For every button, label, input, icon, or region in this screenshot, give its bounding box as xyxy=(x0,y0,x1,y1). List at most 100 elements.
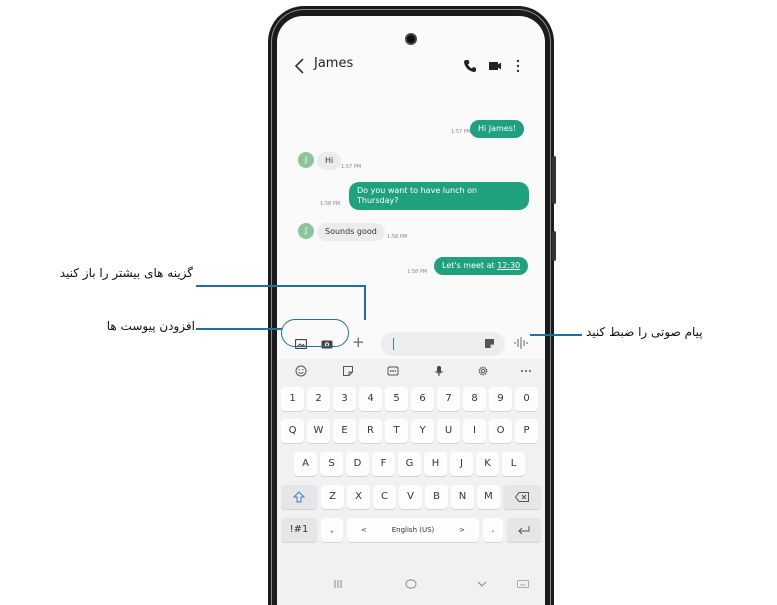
key-n[interactable]: N xyxy=(451,485,474,509)
key-c[interactable]: C xyxy=(373,485,396,509)
bottom-row: !#1 , < English (US) > . xyxy=(277,518,545,545)
key-9[interactable]: 9 xyxy=(489,387,512,411)
message-bubble-sent[interactable]: Let's meet at 12:30 xyxy=(434,257,529,275)
key-0[interactable]: 0 xyxy=(515,387,538,411)
key-r[interactable]: R xyxy=(359,419,382,443)
key-j[interactable]: J xyxy=(450,452,473,476)
hide-keyboard-icon[interactable] xyxy=(477,579,487,589)
sticker-icon[interactable] xyxy=(484,338,495,349)
video-call-icon[interactable] xyxy=(487,58,503,74)
message-text-line: Thursday? xyxy=(357,196,399,205)
microphone-icon[interactable] xyxy=(433,365,445,377)
language-next-arrow: > xyxy=(459,526,465,534)
shift-key[interactable] xyxy=(281,485,317,509)
symbols-key[interactable]: !#1 xyxy=(281,518,317,542)
message-time: 1:58 PM xyxy=(387,234,408,240)
voice-record-icon[interactable] xyxy=(513,336,529,350)
keyboard-sticker-icon[interactable] xyxy=(342,365,354,377)
contact-avatar[interactable]: J xyxy=(298,223,314,239)
callout-record-voice: پیام صوتی را ضبط کنید xyxy=(586,325,703,339)
key-l[interactable]: L xyxy=(502,452,525,476)
key-z[interactable]: Z xyxy=(321,485,344,509)
key-e[interactable]: E xyxy=(333,419,356,443)
backspace-key[interactable] xyxy=(503,485,541,509)
key-h[interactable]: H xyxy=(424,452,447,476)
more-options-plus-button[interactable]: + xyxy=(352,334,365,350)
backspace-icon xyxy=(514,492,529,502)
key-i[interactable]: I xyxy=(463,419,486,443)
back-arrow-icon[interactable] xyxy=(293,56,307,76)
key-1[interactable]: 1 xyxy=(281,387,304,411)
callout-line-more-options xyxy=(196,285,364,287)
key-t[interactable]: T xyxy=(385,419,408,443)
message-bubble-sent[interactable]: Hi James! xyxy=(470,120,525,138)
key-s[interactable]: S xyxy=(320,452,343,476)
message-time: 1:58 PM xyxy=(407,269,428,275)
key-q[interactable]: Q xyxy=(281,419,304,443)
language-label: English (US) xyxy=(391,526,435,534)
key-u[interactable]: U xyxy=(437,419,460,443)
message-bubble-sent[interactable]: Do you want to have lunch on Thursday? xyxy=(349,182,529,210)
more-toolbar-icon[interactable] xyxy=(520,365,532,377)
phone-frame: James 1:57 PM Hi James! J Hi 1:57 PM 1:5… xyxy=(268,6,556,605)
key-g[interactable]: G xyxy=(398,452,421,476)
key-p[interactable]: P xyxy=(515,419,538,443)
key-2[interactable]: 2 xyxy=(307,387,330,411)
key-x[interactable]: X xyxy=(347,485,370,509)
conversation-header: James xyxy=(277,46,545,86)
callout-add-attachments: افزودن پیوست ها xyxy=(106,319,195,333)
message-text: Let's meet at xyxy=(442,261,495,270)
contact-avatar[interactable]: J xyxy=(298,152,314,168)
key-8[interactable]: 8 xyxy=(463,387,486,411)
key-d[interactable]: D xyxy=(346,452,369,476)
key-y[interactable]: Y xyxy=(411,419,434,443)
period-key[interactable]: . xyxy=(483,518,503,542)
phone-call-icon[interactable] xyxy=(463,59,477,73)
key-v[interactable]: V xyxy=(399,485,422,509)
emoji-icon[interactable] xyxy=(295,365,307,377)
keyboard-toolbar xyxy=(277,359,545,383)
language-prev-arrow: < xyxy=(361,526,367,534)
key-k[interactable]: K xyxy=(476,452,499,476)
contact-name[interactable]: James xyxy=(314,56,353,71)
key-a[interactable]: A xyxy=(294,452,317,476)
message-time: 1:57 PM xyxy=(451,129,472,135)
enter-key[interactable] xyxy=(507,518,541,542)
recent-apps-icon[interactable] xyxy=(333,579,343,589)
key-6[interactable]: 6 xyxy=(411,387,434,411)
power-button xyxy=(552,231,556,261)
keyboard-switch-icon[interactable] xyxy=(517,579,529,589)
home-icon[interactable] xyxy=(405,579,417,589)
key-m[interactable]: M xyxy=(477,485,500,509)
number-row: 1234567890 xyxy=(277,387,545,414)
zxcv-row: ZXCVBNM xyxy=(277,485,545,512)
key-7[interactable]: 7 xyxy=(437,387,460,411)
time-link[interactable]: 12:30 xyxy=(497,261,520,270)
message-bubble-received[interactable]: Hi xyxy=(317,152,342,170)
volume-button xyxy=(552,156,556,204)
navigation-bar xyxy=(277,569,545,605)
key-3[interactable]: 3 xyxy=(333,387,356,411)
key-o[interactable]: O xyxy=(489,419,512,443)
key-w[interactable]: W xyxy=(307,419,330,443)
keyboard: 1234567890 QWERTYUIOP ASDFGHJKL ZXCVBNM xyxy=(277,359,545,605)
more-options-icon[interactable] xyxy=(515,57,521,75)
key-4[interactable]: 4 xyxy=(359,387,382,411)
message-input[interactable] xyxy=(381,332,505,356)
message-bubble-received[interactable]: Sounds good xyxy=(317,223,385,241)
gif-icon[interactable] xyxy=(387,365,399,377)
settings-gear-icon[interactable] xyxy=(477,365,489,377)
text-cursor xyxy=(393,338,394,350)
message-text-line: Do you want to have lunch on xyxy=(357,186,478,195)
asdf-row: ASDFGHJKL xyxy=(277,452,545,479)
attachment-highlight-ring xyxy=(281,319,349,347)
qwerty-row: QWERTYUIOP xyxy=(277,419,545,446)
callout-more-options: گزینه های بیشتر را باز کنید xyxy=(59,266,193,280)
front-camera xyxy=(405,33,417,45)
space-key[interactable]: < English (US) > xyxy=(347,518,479,542)
key-f[interactable]: F xyxy=(372,452,395,476)
key-b[interactable]: B xyxy=(425,485,448,509)
comma-key[interactable]: , xyxy=(321,518,343,542)
key-5[interactable]: 5 xyxy=(385,387,408,411)
callout-line-voice xyxy=(530,334,582,336)
